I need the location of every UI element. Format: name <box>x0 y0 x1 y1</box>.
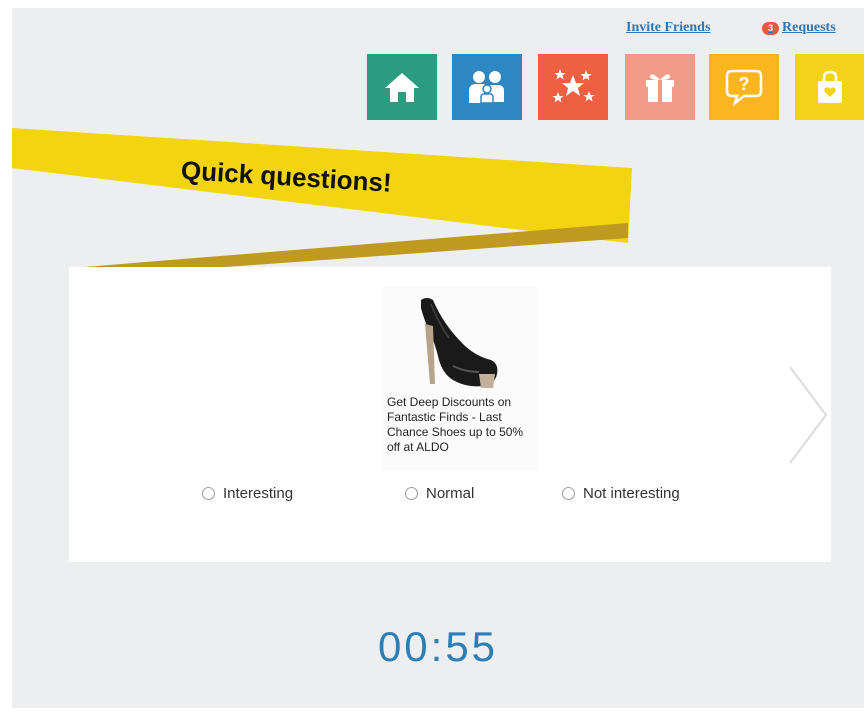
ad-box[interactable]: Get Deep Discounts on Fantastic Finds - … <box>383 286 537 471</box>
question-card: Get Deep Discounts on Fantastic Finds - … <box>69 267 831 562</box>
option-normal-label: Normal <box>426 485 475 502</box>
requests-link[interactable]: 3 Requests <box>762 20 836 36</box>
nav-questions-button[interactable]: ? <box>709 54 779 120</box>
home-icon <box>385 73 419 102</box>
nav-gifts-button[interactable] <box>625 54 695 120</box>
option-interesting-label: Interesting <box>223 485 294 502</box>
nav-shop-button[interactable] <box>795 54 864 120</box>
stars-icon <box>552 69 595 103</box>
gift-icon <box>646 74 674 102</box>
requests-count-badge: 3 <box>762 21 779 35</box>
option-not-interesting-label: Not interesting <box>583 485 680 502</box>
invite-friends-link[interactable]: Invite Friends <box>626 20 710 36</box>
radio-normal[interactable] <box>405 487 418 500</box>
option-not-interesting[interactable]: Not interesting <box>562 485 680 502</box>
radio-not-interesting[interactable] <box>562 487 575 500</box>
shopping-bag-icon <box>818 70 842 103</box>
friends-icon <box>469 71 506 104</box>
option-interesting[interactable]: Interesting <box>202 485 293 502</box>
chevron-right-icon[interactable] <box>786 363 830 467</box>
banner-ribbon <box>12 128 632 268</box>
high-heel-shoe-icon <box>421 298 498 388</box>
radio-interesting[interactable] <box>202 487 215 500</box>
nav-friends-button[interactable] <box>452 54 522 120</box>
nav-stars-button[interactable] <box>538 54 608 120</box>
countdown-timer: 00:55 <box>377 623 499 670</box>
app-screen: Invite Friends 3 Requests ? Quick questi… <box>12 8 864 708</box>
option-normal[interactable]: Normal <box>405 485 474 502</box>
requests-label: Requests <box>782 20 836 35</box>
svg-text:?: ? <box>739 74 750 94</box>
ad-text: Get Deep Discounts on Fantastic Finds - … <box>387 395 524 454</box>
nav-home-button[interactable] <box>367 54 437 120</box>
question-bubble-icon: ? <box>725 69 763 106</box>
